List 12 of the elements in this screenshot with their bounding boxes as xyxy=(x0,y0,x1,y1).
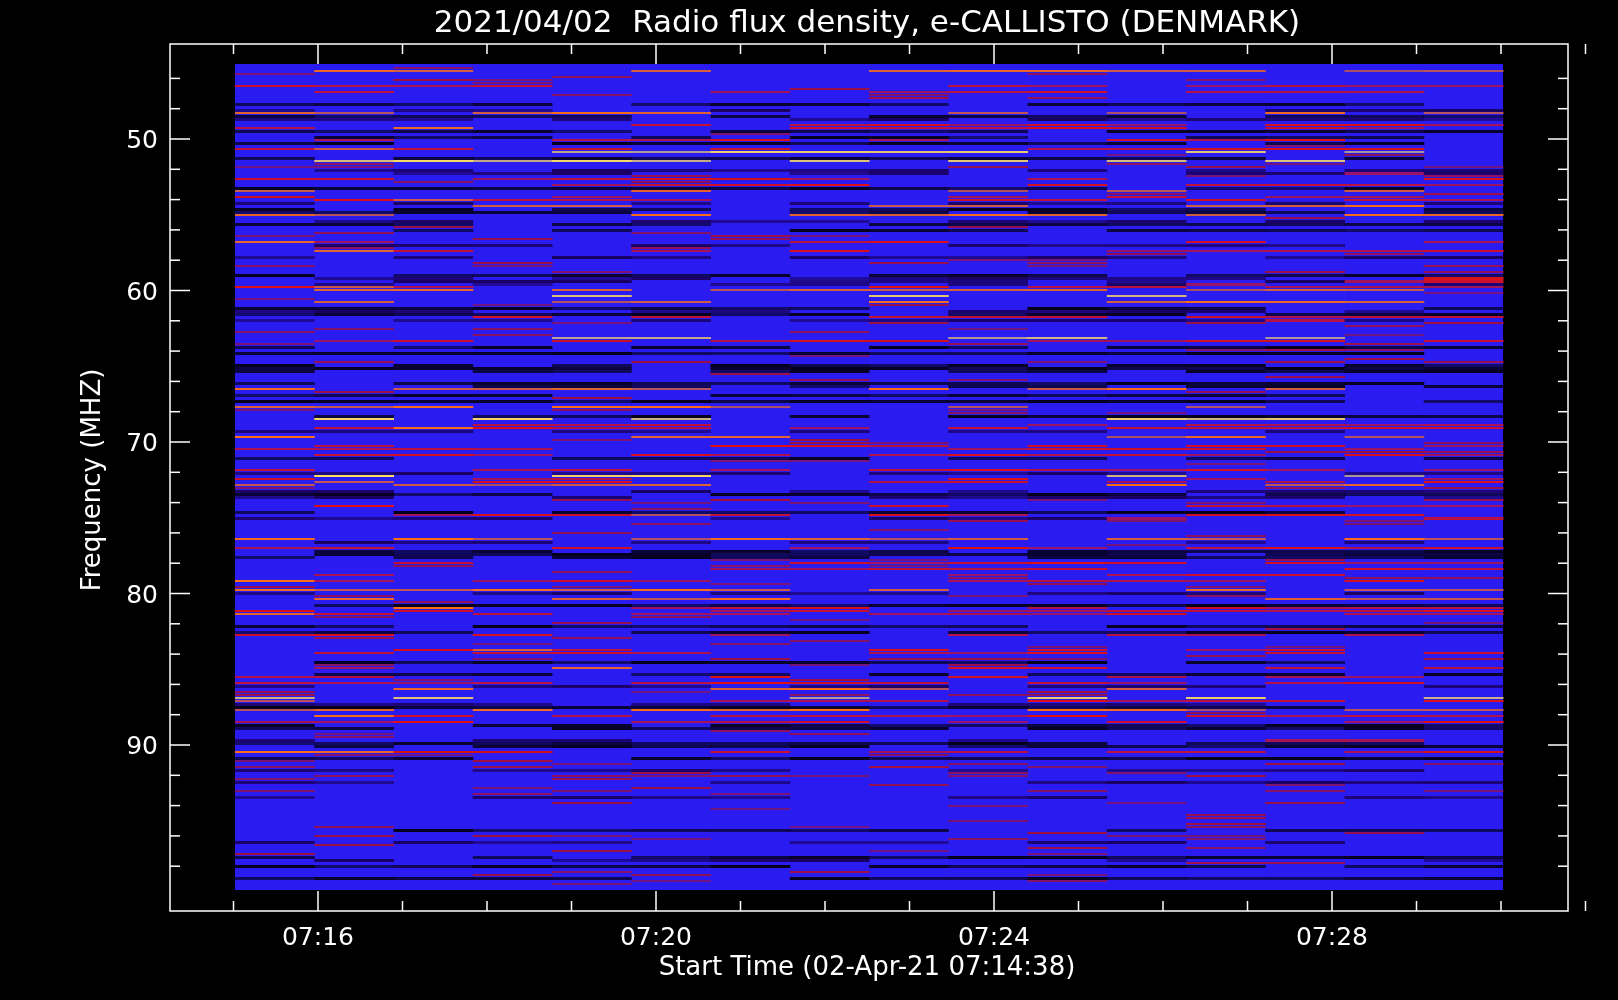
y-tick-label: 70 xyxy=(126,428,158,457)
plot-title: 2021/04/02 Radio flux density, e-CALLISTO (DENMARK) xyxy=(433,3,1301,39)
y-tick-label: 90 xyxy=(126,731,158,760)
y-tick-label: 80 xyxy=(126,579,158,609)
x-axis-title: Start Time (02-Apr-21 07:14:38) xyxy=(658,951,1076,981)
x-tick-label: 07:16 xyxy=(282,922,354,951)
x-tick-label: 07:20 xyxy=(620,922,692,951)
y-tick-label: 60 xyxy=(126,276,158,306)
x-tick-label: 07:28 xyxy=(1296,922,1368,951)
x-tick-label: 07:24 xyxy=(958,922,1030,951)
y-axis-title: Frequency (MHZ) xyxy=(76,368,106,592)
y-tick-label: 50 xyxy=(126,125,158,154)
